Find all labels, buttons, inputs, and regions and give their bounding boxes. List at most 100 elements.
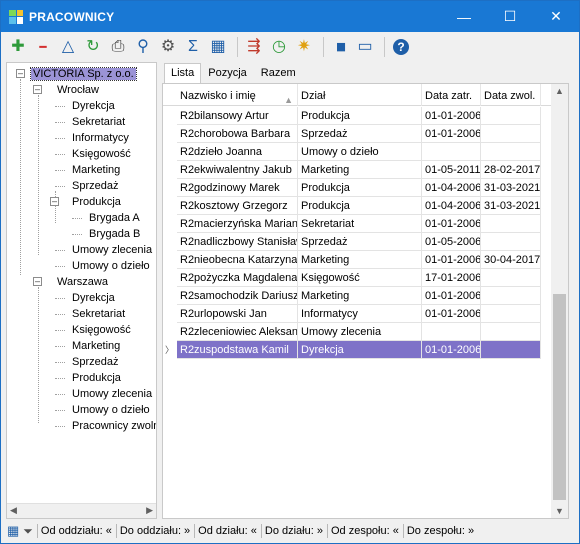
table-cell[interactable] xyxy=(481,215,541,233)
sum-button[interactable]: Σ xyxy=(182,36,204,58)
monitor-button[interactable]: ▭ xyxy=(354,36,376,58)
grid-vertical-scrollbar[interactable]: ▲ ▼ xyxy=(551,84,568,518)
tree-item[interactable]: Księgowość xyxy=(72,146,131,162)
table-cell[interactable]: 01-05-2011 xyxy=(422,161,481,179)
table-cell[interactable]: R2zuspodstawa Kamil xyxy=(177,341,298,359)
table-cell[interactable]: R2godzinowy Marek xyxy=(177,179,298,197)
table-cell[interactable]: Informatycy xyxy=(298,305,422,323)
employee-grid[interactable]: Nazwisko i imię ▲ Dział Data zatr. Data zwol… xyxy=(162,83,569,519)
tree-item[interactable]: Umowy zlecenia xyxy=(72,386,152,402)
tree-item[interactable]: Produkcja xyxy=(72,194,121,210)
table-cell[interactable] xyxy=(481,143,541,161)
table-cell[interactable]: Produkcja xyxy=(298,179,422,197)
tree-item[interactable]: Brygada B xyxy=(89,226,140,242)
table-cell[interactable]: 28-02-2017 xyxy=(481,161,541,179)
table-cell[interactable]: 01-01-2006 xyxy=(422,287,481,305)
table-row[interactable]: R2nieobecna Katarzyna Marketing 01-01-2006… xyxy=(163,251,549,269)
table-cell[interactable]: 17-01-2006 xyxy=(422,269,481,287)
table-cell[interactable]: 01-04-2006 xyxy=(422,197,481,215)
status-filter-item[interactable]: Do działu: » xyxy=(265,525,323,537)
columns-button[interactable]: ▦ xyxy=(207,36,229,58)
table-cell[interactable]: 01-01-2006 xyxy=(422,125,481,143)
search-button[interactable]: ⚲ xyxy=(132,36,154,58)
table-cell[interactable]: Marketing xyxy=(298,287,422,305)
table-cell[interactable] xyxy=(481,269,541,287)
table-cell[interactable]: Dyrekcja xyxy=(298,341,422,359)
table-cell[interactable]: R2zleceniowiec Aleksander xyxy=(177,323,298,341)
table-cell[interactable] xyxy=(481,125,541,143)
table-cell[interactable]: R2pożyczka Magdalena xyxy=(177,269,298,287)
department-tree[interactable]: ◀ ▶ VICTORIA Sp. z o.o. – – Wrocław Dyrekcja… xyxy=(6,62,157,519)
table-cell[interactable]: 31-03-2021 xyxy=(481,197,541,215)
tree-item[interactable]: Sekretariat xyxy=(72,114,125,130)
table-cell[interactable]: R2bilansowy Artur xyxy=(177,107,298,125)
scroll-down-icon[interactable]: ▼ xyxy=(555,506,564,516)
table-cell[interactable]: R2nadliczbowy Stanisław xyxy=(177,233,298,251)
table-cell[interactable]: 01-01-2006 xyxy=(422,107,481,125)
status-filter-item[interactable]: Od oddziału: « xyxy=(41,525,112,537)
tree-item[interactable]: Umowy zlecenia xyxy=(72,242,152,258)
table-cell[interactable]: R2ekwiwalentny Jakub xyxy=(177,161,298,179)
table-cell[interactable]: Sprzedaż xyxy=(298,125,422,143)
table-row[interactable]: 〉 R2zuspodstawa Kamil Dyrekcja 01-01-2006 xyxy=(163,341,549,359)
table-cell[interactable]: Marketing xyxy=(298,251,422,269)
minimize-button[interactable]: — xyxy=(441,1,487,32)
tree-item[interactable]: Umowy o dzieło xyxy=(72,402,150,418)
status-filter-item[interactable]: Od działu: « xyxy=(198,525,257,537)
table-cell[interactable] xyxy=(481,305,541,323)
tab-razem[interactable]: Razem xyxy=(254,63,303,83)
table-row[interactable]: R2chorobowa Barbara Sprzedaż 01-01-2006 xyxy=(163,125,549,143)
tree-item[interactable]: Sprzedaż xyxy=(72,354,118,370)
table-row[interactable]: R2macierzyńska Marianna Sekretariat 01-01-… xyxy=(163,215,549,233)
tab-pozycja[interactable]: Pozycja xyxy=(201,63,254,83)
status-filter-item[interactable]: Od zespołu: « xyxy=(331,525,399,537)
table-cell[interactable]: 01-01-2006 xyxy=(422,305,481,323)
export-button[interactable]: ⇶ xyxy=(243,36,265,58)
table-cell[interactable]: R2urlopowski Jan xyxy=(177,305,298,323)
scroll-left-icon[interactable]: ◀ xyxy=(10,505,17,516)
tree-item[interactable]: Umowy o dzieło xyxy=(72,258,150,274)
table-cell[interactable]: R2chorobowa Barbara xyxy=(177,125,298,143)
table-cell[interactable]: Produkcja xyxy=(298,197,422,215)
edit-button[interactable]: △ xyxy=(57,36,79,58)
tree-item[interactable]: Dyrekcja xyxy=(72,98,115,114)
table-row[interactable]: R2dzieło Joanna Umowy o dzieło xyxy=(163,143,549,161)
tree-item[interactable]: Marketing xyxy=(72,338,120,354)
tree-item[interactable]: Sekretariat xyxy=(72,306,125,322)
tree-root[interactable]: VICTORIA Sp. z o.o. xyxy=(30,66,137,82)
grid-icon[interactable]: ▦ xyxy=(7,523,19,539)
refresh-button[interactable]: ↻ xyxy=(82,36,104,58)
settings-button[interactable]: ⚙ xyxy=(157,36,179,58)
scroll-right-icon[interactable]: ▶ xyxy=(146,505,153,516)
table-cell[interactable]: Marketing xyxy=(298,161,422,179)
table-cell[interactable]: 01-01-2006 xyxy=(422,341,481,359)
column-header[interactable]: Nazwisko i imię ▲ xyxy=(177,84,298,106)
table-cell[interactable]: R2nieobecna Katarzyna xyxy=(177,251,298,269)
table-cell[interactable]: Księgowość xyxy=(298,269,422,287)
table-cell[interactable] xyxy=(422,323,481,341)
table-cell[interactable] xyxy=(481,341,541,359)
table-row[interactable]: R2godzinowy Marek Produkcja 01-04-2006 31-0… xyxy=(163,179,549,197)
column-header[interactable]: Data zwol. xyxy=(481,84,541,106)
table-row[interactable]: R2zleceniowiec AleksanderUmowy zlecenia xyxy=(163,323,549,341)
tree-horizontal-scrollbar[interactable]: ◀ ▶ xyxy=(7,503,156,518)
table-row[interactable]: R2kosztowy Grzegorz Produkcja 01-04-2006 31… xyxy=(163,197,549,215)
collapse-icon[interactable]: – xyxy=(33,277,42,286)
close-button[interactable]: ✕ xyxy=(533,1,579,32)
tree-root-label[interactable]: VICTORIA Sp. z o.o. xyxy=(30,67,137,81)
tree-item[interactable]: Wrocław xyxy=(57,82,99,98)
table-cell[interactable]: 01-01-2006 xyxy=(422,215,481,233)
table-cell[interactable]: R2kosztowy Grzegorz xyxy=(177,197,298,215)
table-cell[interactable] xyxy=(481,233,541,251)
table-row[interactable]: R2nadliczbowy Stanisław Sprzedaż 01-05-200… xyxy=(163,233,549,251)
column-header[interactable]: Dział xyxy=(298,84,422,106)
scroll-up-icon[interactable]: ▲ xyxy=(555,86,564,96)
table-cell[interactable]: Umowy zlecenia xyxy=(298,323,422,341)
table-cell[interactable]: 01-01-2006 xyxy=(422,251,481,269)
tree-item[interactable]: Brygada A xyxy=(89,210,140,226)
tree-item[interactable]: Produkcja xyxy=(72,370,121,386)
tree-item[interactable]: Sprzedaż xyxy=(72,178,118,194)
table-cell[interactable]: Sekretariat xyxy=(298,215,422,233)
table-row[interactable]: R2pożyczka Magdalena Księgowość 17-01-2006 xyxy=(163,269,549,287)
status-filter-item[interactable]: Do oddziału: » xyxy=(120,525,190,537)
